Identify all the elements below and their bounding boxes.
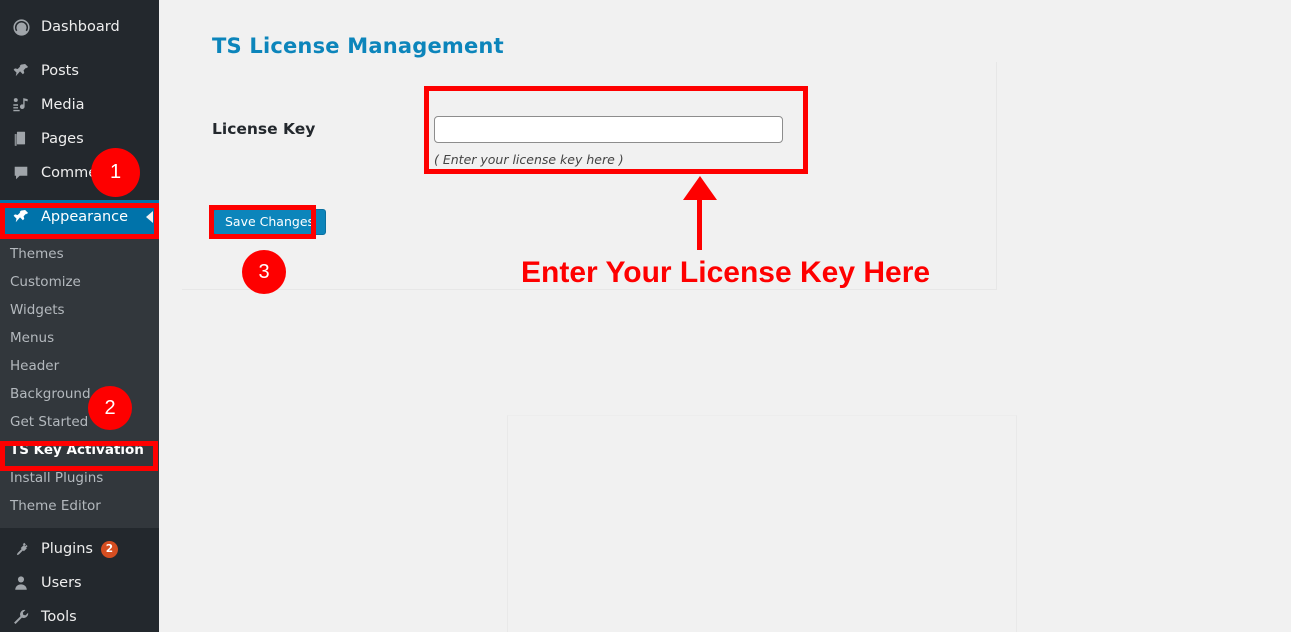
license-key-hint: ( Enter your license key here ) <box>434 152 624 167</box>
annotation-step-1: 1 <box>91 148 140 197</box>
sidebar-subitem-theme-editor[interactable]: Theme Editor <box>0 492 159 520</box>
sidebar-subitem-install-plugins[interactable]: Install Plugins <box>0 464 159 492</box>
sidebar-subitem-ts-key-activation[interactable]: TS Key Activation <box>0 436 159 464</box>
plugins-update-badge: 2 <box>100 540 118 558</box>
sidebar-item-label: Pages <box>41 131 84 147</box>
annotation-arrow-head <box>683 176 717 200</box>
pages-icon <box>10 129 32 149</box>
page-title: TS License Management <box>212 34 504 59</box>
appearance-submenu: Themes Customize Widgets Menus Header Ba… <box>0 234 159 528</box>
sidebar-item-tools[interactable]: Tools <box>0 600 159 632</box>
pin-icon <box>10 61 32 81</box>
submenu-item-label: TS Key Activation <box>10 442 144 458</box>
main-content: TS License Management License Key ( Ente… <box>159 0 1291 632</box>
submenu-item-label: Get Started <box>10 414 89 430</box>
submenu-item-label: Background <box>10 386 91 402</box>
annotation-step-3: 3 <box>242 250 286 294</box>
sidebar-subitem-customize[interactable]: Customize <box>0 268 159 296</box>
sidebar-subitem-widgets[interactable]: Widgets <box>0 296 159 324</box>
sidebar-subitem-header[interactable]: Header <box>0 352 159 380</box>
submenu-item-label: Header <box>10 358 60 374</box>
sidebar-item-media[interactable]: Media <box>0 88 159 122</box>
annotation-arrow-shaft <box>697 200 702 250</box>
sidebar-subitem-get-started[interactable]: Get Started <box>0 408 159 436</box>
sidebar-item-dashboard[interactable]: Dashboard <box>0 10 159 44</box>
sidebar-item-label: Media <box>41 97 85 113</box>
sidebar-item-appearance[interactable]: Appearance <box>0 200 159 234</box>
admin-sidebar: Dashboard Posts Media Pages Comments App… <box>0 0 159 632</box>
sidebar-item-posts[interactable]: Posts <box>0 54 159 88</box>
sidebar-item-label: Dashboard <box>41 19 120 35</box>
sidebar-item-label: Posts <box>41 63 79 79</box>
submenu-item-label: Menus <box>10 330 55 346</box>
sidebar-item-pages[interactable]: Pages <box>0 122 159 156</box>
submenu-item-label: Widgets <box>10 302 65 318</box>
save-changes-button[interactable]: Save Changes <box>213 209 327 235</box>
dashboard-icon <box>10 17 32 37</box>
comment-icon <box>10 163 32 183</box>
media-icon <box>10 95 32 115</box>
sidebar-item-label: Tools <box>41 609 77 625</box>
submenu-item-label: Customize <box>10 274 81 290</box>
submenu-item-label: Install Plugins <box>10 470 104 486</box>
users-icon <box>10 573 32 593</box>
submenu-item-label: Themes <box>10 246 64 262</box>
license-key-label: License Key <box>212 120 316 138</box>
plugins-icon <box>10 539 32 559</box>
sidebar-subitem-background[interactable]: Background <box>0 380 159 408</box>
screen-root: Dashboard Posts Media Pages Comments App… <box>0 0 1291 632</box>
submenu-item-label: Theme Editor <box>10 498 101 514</box>
annotation-step-2: 2 <box>88 386 132 430</box>
sidebar-subitem-menus[interactable]: Menus <box>0 324 159 352</box>
sidebar-item-label: Plugins <box>41 541 93 557</box>
sidebar-item-label: Appearance <box>41 209 129 225</box>
license-key-input[interactable] <box>434 116 783 143</box>
appearance-icon <box>10 207 32 227</box>
sidebar-item-users[interactable]: Users <box>0 566 159 600</box>
sidebar-item-plugins[interactable]: Plugins 2 <box>0 532 159 566</box>
sidebar-item-label: Users <box>41 575 82 591</box>
tools-icon <box>10 607 32 627</box>
sidebar-subitem-themes[interactable]: Themes <box>0 240 159 268</box>
chevron-left-icon <box>146 211 153 223</box>
lower-panel-outline <box>507 415 1017 632</box>
annotation-callout-text: Enter Your License Key Here <box>521 256 931 289</box>
